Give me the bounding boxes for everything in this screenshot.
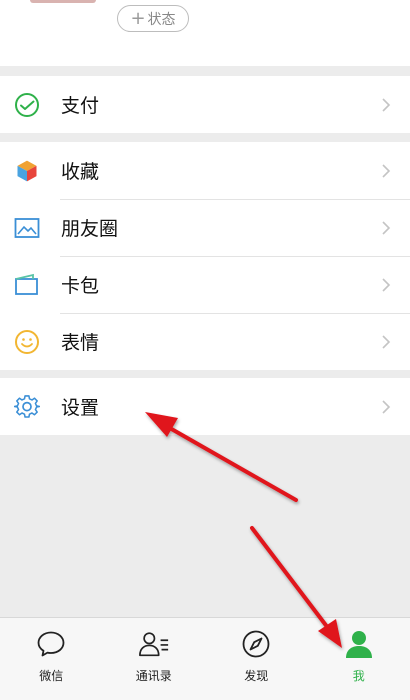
add-status-button[interactable]: + 状态 [117, 5, 189, 32]
tab-label-me: 我 [352, 669, 365, 683]
compass-icon [240, 628, 272, 660]
user-icon [343, 628, 375, 660]
menu-item-settings[interactable]: 设置 [0, 378, 410, 435]
profile-card[interactable]: + 状态 [0, 0, 410, 66]
menu-label-pay: 支付 [61, 95, 100, 117]
status-label: 状态 [147, 11, 176, 28]
plus-icon: + [130, 7, 146, 29]
menu-label-moments: 朋友圈 [61, 218, 119, 240]
chevron-right-icon [382, 277, 391, 292]
chevron-right-icon [382, 399, 391, 414]
chevron-right-icon [382, 97, 391, 112]
tab-contacts[interactable]: 通讯录 [103, 618, 206, 700]
tab-label-discover: 发现 [244, 669, 269, 683]
bottom-tab-bar: 微信 通讯录 发现 我 [0, 617, 410, 700]
menu-item-favorites[interactable]: 收藏 [0, 142, 410, 199]
menu-item-cards[interactable]: 卡包 [0, 256, 410, 313]
card-wallet-icon [13, 271, 41, 299]
tab-me[interactable]: 我 [308, 618, 410, 700]
chevron-right-icon [382, 220, 391, 235]
tab-chats[interactable]: 微信 [0, 618, 103, 700]
tab-discover[interactable]: 发现 [205, 618, 308, 700]
chevron-right-icon [382, 334, 391, 349]
menu-label-stickers: 表情 [61, 332, 100, 354]
contacts-icon [138, 628, 170, 660]
menu-label-cards: 卡包 [61, 275, 100, 297]
picture-icon [13, 214, 41, 242]
chevron-right-icon [382, 163, 391, 178]
menu-label-favorites: 收藏 [61, 161, 100, 183]
avatar[interactable] [30, 0, 96, 3]
menu-label-settings: 设置 [61, 397, 100, 419]
settings-group: 设置 [0, 378, 410, 435]
menu-item-stickers[interactable]: 表情 [0, 313, 410, 370]
discover-group: 收藏 朋友圈 卡包 表情 [0, 142, 410, 370]
tab-label-chats: 微信 [39, 669, 64, 683]
smiley-icon [13, 328, 41, 356]
pay-group: 支付 [0, 76, 410, 133]
cube-icon [13, 157, 41, 185]
chat-bubble-icon [35, 628, 67, 660]
pay-icon [13, 91, 41, 119]
menu-item-moments[interactable]: 朋友圈 [0, 199, 410, 256]
tab-label-contacts: 通讯录 [135, 669, 172, 683]
gear-icon [13, 393, 41, 421]
menu-item-pay[interactable]: 支付 [0, 76, 410, 133]
